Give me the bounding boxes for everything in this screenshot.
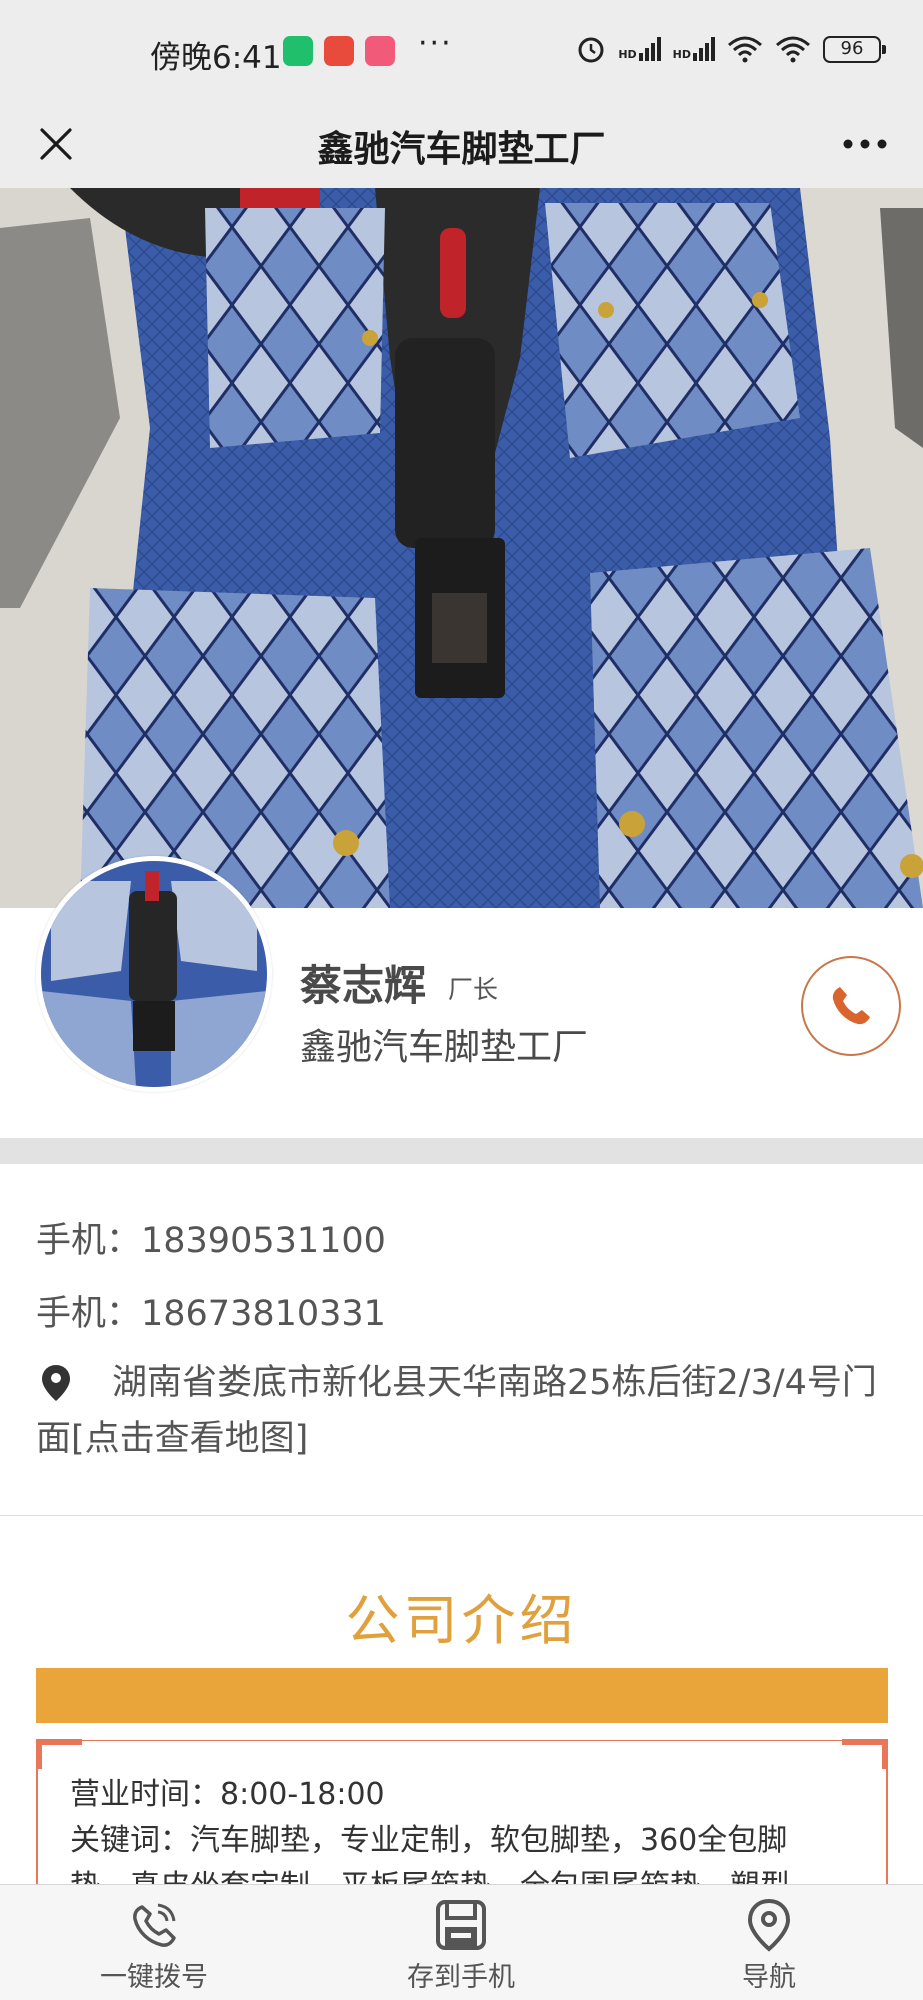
status-bar: 傍晚6:41 ··· HD HD 96 — [0, 0, 923, 100]
intro-header-bar — [36, 1668, 888, 1723]
nav-save-contact-button[interactable]: 存到手机 — [361, 1885, 561, 2000]
wifi-icon — [776, 36, 810, 63]
more-button[interactable] — [833, 116, 897, 172]
signal-2-icon: HD — [673, 37, 715, 61]
section-divider — [0, 1138, 923, 1164]
nav-label: 导航 — [742, 1962, 796, 1993]
nav-navigation-button[interactable]: 导航 — [669, 1885, 869, 2000]
business-hours: 营业时间：8:00-18:00 — [70, 1777, 385, 1812]
corner-decoration — [842, 1739, 888, 1769]
more-notifications-icon: ··· — [418, 26, 453, 61]
title-bar: 鑫驰汽车脚垫工厂 — [0, 100, 923, 188]
page-title: 鑫驰汽车脚垫工厂 — [317, 129, 606, 170]
hero-image — [0, 188, 923, 908]
person-name: 蔡志辉 — [300, 961, 427, 1010]
phone-number-2[interactable]: 手机：18673810331 — [36, 1285, 386, 1336]
keywords-line-1: 关键词：汽车脚垫，专业定制，软包脚垫，360全包脚 — [70, 1823, 788, 1858]
wifi-icon — [728, 36, 762, 63]
signal-1-icon: HD — [618, 37, 661, 61]
corner-decoration — [36, 1739, 82, 1769]
profile-card: 蔡志辉 厂长 鑫驰汽车脚垫工厂 — [0, 856, 923, 1138]
phone-number-1[interactable]: 手机：18390531100 — [36, 1212, 386, 1263]
battery-icon: 96 — [823, 35, 886, 63]
person-role: 厂长 — [448, 975, 499, 1004]
nav-label: 一键拨号 — [100, 1962, 208, 1993]
avatar — [36, 856, 272, 1092]
nav-dial-button[interactable]: 一键拨号 — [54, 1885, 254, 2000]
contact-section: 手机：18390531100 手机：18673810331 湖南省娄底市新化县天… — [0, 1164, 923, 1516]
phone-icon — [832, 987, 870, 1025]
app-notification-icon — [365, 36, 395, 66]
app-notification-icon — [324, 36, 354, 66]
nav-label: 存到手机 — [407, 1962, 515, 1993]
more-icon — [843, 139, 887, 149]
app-notification-icon — [283, 36, 313, 66]
section-title: 公司介绍 — [345, 1589, 578, 1652]
company-name: 鑫驰汽车脚垫工厂 — [300, 1027, 589, 1068]
alarm-icon — [578, 37, 604, 63]
call-button[interactable] — [801, 956, 901, 1056]
address-link[interactable]: 湖南省娄底市新化县天华南路25栋后街2/3/4号门面[点击查看地图] — [36, 1355, 886, 1467]
location-pin-icon — [747, 1899, 791, 1952]
status-indicators: HD HD 96 — [576, 34, 886, 64]
save-icon — [436, 1900, 486, 1950]
bottom-nav: 一键拨号 存到手机 导航 — [0, 1884, 923, 2000]
status-time: 傍晚6:41 — [150, 40, 282, 76]
phone-call-icon — [133, 1903, 176, 1947]
